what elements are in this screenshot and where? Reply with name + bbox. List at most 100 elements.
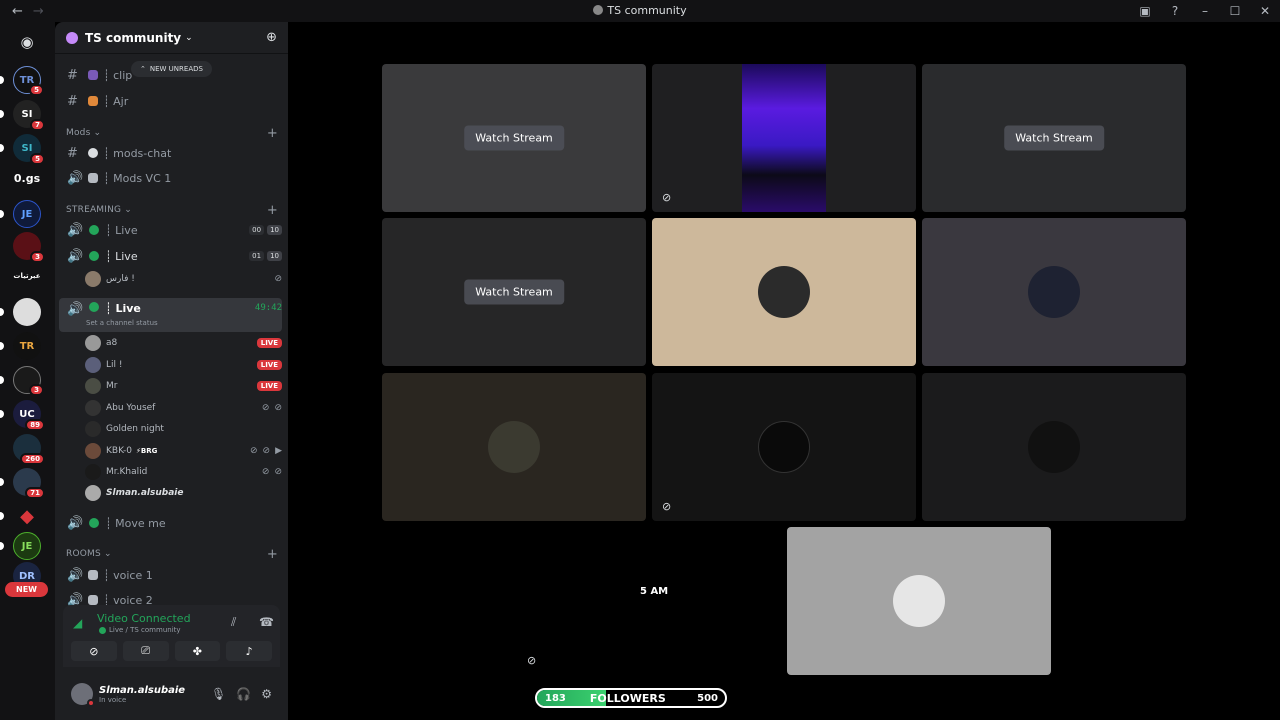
- server-icon[interactable]: ◆: [13, 502, 41, 530]
- connection-status[interactable]: Video Connected: [97, 612, 191, 625]
- voice-user[interactable]: Mr.Khalid ⊘ ⊘: [85, 462, 282, 482]
- video-grid: Watch Stream ⊘ Watch Stream Watch Stream…: [288, 22, 1280, 720]
- participant-tile[interactable]: [652, 218, 916, 366]
- hashtag-icon: #: [67, 93, 78, 109]
- mention-badge: 3: [29, 384, 44, 396]
- channel-live-1[interactable]: 🔊 ┊ Live 00 10: [59, 219, 282, 241]
- channel-live-2[interactable]: 🔊 ┊ Live 01 10: [59, 245, 282, 267]
- voice-user[interactable]: Golden night: [85, 419, 282, 439]
- participant-tile[interactable]: [922, 218, 1186, 366]
- server-icon[interactable]: TR: [13, 332, 41, 360]
- gear-icon[interactable]: ⚙: [261, 687, 272, 701]
- chevron-down-icon: ⌄: [185, 32, 193, 43]
- server-icon[interactable]: [13, 298, 41, 326]
- stream-tile[interactable]: ⊘: [652, 64, 916, 212]
- speaker-icon: 🔊: [67, 515, 84, 531]
- username[interactable]: Slman.alsubaie: [99, 685, 185, 696]
- speaker-icon: 🔊: [67, 248, 84, 264]
- server-icon[interactable]: UC 89: [13, 400, 45, 431]
- title-bar: ← → TS community ▣ ? – ☐ ✕: [0, 0, 1280, 22]
- server-icon[interactable]: 71: [13, 468, 45, 499]
- invite-people-icon[interactable]: ⊕: [266, 30, 277, 45]
- server-icon[interactable]: عبرتيات: [5, 272, 49, 280]
- channel-move-me[interactable]: 🔊 ┊ Move me: [59, 512, 282, 534]
- voice-user[interactable]: فارس ! ⊘: [85, 269, 282, 289]
- server-icon[interactable]: 260: [13, 434, 45, 465]
- camera-off-button[interactable]: ⊘: [71, 641, 117, 661]
- new-servers-badge[interactable]: NEW: [5, 582, 48, 597]
- watch-stream-button[interactable]: Watch Stream: [464, 125, 564, 151]
- server-icon[interactable]: 3: [13, 232, 45, 263]
- server-icon[interactable]: 0.gs: [5, 172, 49, 185]
- category-streaming[interactable]: STREAMING ⌄ +: [66, 203, 278, 218]
- server-icon[interactable]: TR 5: [13, 66, 44, 96]
- unread-indicator: [0, 110, 4, 118]
- channel-emoji-icon: [88, 595, 98, 605]
- avatar: [85, 335, 101, 351]
- inbox-icon[interactable]: ▣: [1130, 4, 1160, 18]
- user-limit: 10: [267, 225, 282, 235]
- close-icon[interactable]: ✕: [1250, 4, 1280, 18]
- speaker-icon: 🔊: [67, 567, 84, 583]
- category-rooms[interactable]: ROOMS ⌄ +: [66, 547, 278, 562]
- channel-mods-vc[interactable]: 🔊 ┊ Mods VC 1: [59, 167, 282, 189]
- disconnect-icon[interactable]: ☎: [259, 615, 274, 629]
- channel-voice-1[interactable]: 🔊 ┊ voice 1: [59, 564, 282, 586]
- add-channel-icon[interactable]: +: [267, 547, 278, 562]
- participant-tile[interactable]: [382, 373, 646, 521]
- participant-tile[interactable]: ⊘: [517, 527, 781, 675]
- mention-badge: 5: [29, 84, 44, 96]
- speech-bubble-icon: [88, 148, 98, 158]
- back-arrow-icon[interactable]: ←: [12, 4, 23, 19]
- user-limit: 10: [267, 251, 282, 261]
- speaker-icon: 🔊: [67, 222, 84, 238]
- server-icon[interactable]: 3: [13, 366, 44, 396]
- server-icon[interactable]: SI 5: [13, 134, 45, 165]
- avatar[interactable]: [71, 683, 95, 707]
- voice-user[interactable]: Mr LIVE: [85, 376, 282, 396]
- microphone-icon[interactable]: 🎙: [211, 687, 226, 701]
- add-channel-icon[interactable]: +: [267, 126, 278, 141]
- channel-ajr[interactable]: # ┊ Ajr: [59, 90, 282, 112]
- server-icon[interactable]: JE: [13, 200, 41, 228]
- voice-user[interactable]: a8 LIVE: [85, 333, 282, 353]
- signal-icon[interactable]: ◢: [73, 616, 82, 630]
- user-tag: ⚡BRG: [136, 447, 158, 455]
- participant-tile[interactable]: ⊘: [652, 373, 916, 521]
- stream-tile[interactable]: Watch Stream: [922, 64, 1186, 212]
- maximize-icon[interactable]: ☐: [1220, 4, 1250, 18]
- noise-suppression-icon[interactable]: ⫽: [231, 615, 236, 630]
- server-icon[interactable]: SI 7: [13, 100, 45, 131]
- connected-channel[interactable]: Live / TS community: [109, 626, 181, 634]
- forward-arrow-icon[interactable]: →: [33, 4, 44, 19]
- watch-stream-button[interactable]: Watch Stream: [1004, 125, 1104, 151]
- voice-timer: 49:42: [254, 303, 282, 313]
- participant-tile[interactable]: [787, 527, 1051, 675]
- stream-tile[interactable]: Watch Stream: [382, 218, 646, 366]
- channel-live-3[interactable]: 🔊 ┊ Live 49:42 Set a channel status: [59, 298, 282, 332]
- channel-status[interactable]: Set a channel status: [86, 319, 158, 327]
- server-header[interactable]: TS community ⌄ ⊕: [55, 22, 288, 54]
- add-channel-icon[interactable]: +: [267, 203, 278, 218]
- channel-mods-chat[interactable]: # ┊ mods-chat: [59, 142, 282, 164]
- watch-stream-button[interactable]: Watch Stream: [464, 279, 564, 305]
- help-icon[interactable]: ?: [1160, 4, 1190, 18]
- category-mods[interactable]: Mods ⌄ +: [66, 126, 278, 141]
- soundboard-button[interactable]: ♪: [226, 641, 272, 661]
- share-screen-button[interactable]: ⎚: [122, 641, 169, 661]
- server-icon[interactable]: JE: [13, 532, 41, 560]
- voice-user[interactable]: Lil ! LIVE: [85, 355, 282, 375]
- voice-user[interactable]: KBK-0 ⚡BRG ⊘ ⊘ ▶: [85, 441, 282, 461]
- voice-user[interactable]: Slman.alsubaie: [85, 483, 282, 503]
- channel-clip[interactable]: # ┊ clip: [59, 64, 282, 86]
- mention-badge: 71: [25, 487, 45, 499]
- camera-off-icon: ⊘: [527, 654, 537, 667]
- stream-tile[interactable]: Watch Stream: [382, 64, 646, 212]
- activities-button[interactable]: ✤: [174, 641, 221, 661]
- voice-user[interactable]: Abu Yousef ⊘ ⊘: [85, 398, 282, 418]
- mention-badge: 260: [20, 453, 45, 465]
- headphones-icon[interactable]: 🎧: [236, 687, 251, 701]
- participant-tile[interactable]: [922, 373, 1186, 521]
- discord-home-icon[interactable]: ◉: [13, 28, 41, 56]
- minimize-icon[interactable]: –: [1190, 4, 1220, 18]
